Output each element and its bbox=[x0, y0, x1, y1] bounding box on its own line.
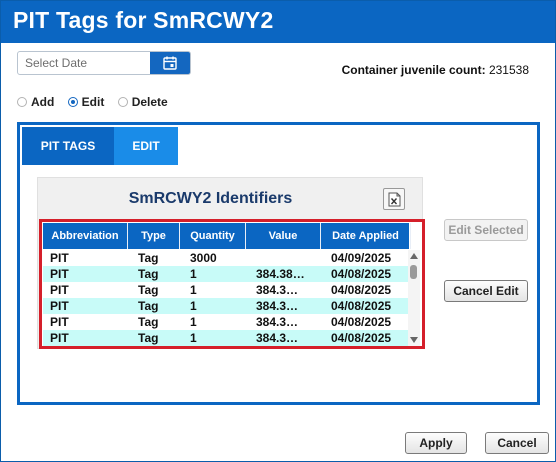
count-label: Container juvenile count: bbox=[341, 63, 486, 77]
export-excel-button[interactable] bbox=[383, 188, 405, 210]
cell-type: Tag bbox=[138, 251, 159, 265]
table-row[interactable]: PIT Tag 1 384.3… 04/08/2025 bbox=[43, 298, 409, 314]
radio-add-label: Add bbox=[31, 95, 55, 109]
calendar-button[interactable] bbox=[150, 52, 190, 74]
cell-quantity: 1 bbox=[190, 267, 197, 281]
radio-edit-label: Edit bbox=[81, 95, 105, 109]
cell-value: 384.38… bbox=[256, 267, 305, 281]
identifiers-box: SmRCWY2 Identifiers Abbreviation Type Qu… bbox=[37, 177, 425, 349]
cell-quantity: 3000 bbox=[190, 251, 217, 265]
date-picker bbox=[17, 51, 191, 75]
cell-abbreviation: PIT bbox=[50, 283, 69, 297]
cancel-edit-button[interactable]: Cancel Edit bbox=[444, 280, 528, 302]
cell-date-applied: 04/09/2025 bbox=[331, 251, 392, 265]
cell-type: Tag bbox=[138, 283, 159, 297]
cell-date-applied: 04/08/2025 bbox=[331, 299, 392, 313]
count-value: 231538 bbox=[488, 63, 529, 77]
cell-abbreviation: PIT bbox=[50, 267, 69, 281]
cell-type: Tag bbox=[138, 331, 159, 345]
cell-date-applied: 04/08/2025 bbox=[331, 315, 392, 329]
radio-add-button[interactable] bbox=[17, 97, 27, 107]
mode-radio-group: Add Edit Delete bbox=[17, 95, 178, 109]
tab-edit[interactable]: EDIT bbox=[114, 127, 178, 165]
apply-button[interactable]: Apply bbox=[405, 432, 467, 454]
pit-tags-dialog: PIT Tags for SmRCWY2 Container juvenile … bbox=[0, 0, 556, 462]
cell-abbreviation: PIT bbox=[50, 331, 69, 345]
table-row[interactable]: PIT Tag 1 384.38… 04/08/2025 bbox=[43, 266, 409, 282]
date-input[interactable] bbox=[18, 52, 150, 74]
scroll-up-arrow-icon[interactable] bbox=[410, 253, 418, 259]
identifiers-table: Abbreviation Type Quantity Value Date Ap… bbox=[39, 219, 425, 349]
radio-delete[interactable]: Delete bbox=[117, 95, 168, 109]
column-date-applied[interactable]: Date Applied bbox=[321, 223, 411, 249]
excel-export-icon bbox=[388, 192, 401, 207]
edit-selected-button[interactable]: Edit Selected bbox=[444, 219, 528, 241]
table-row[interactable]: PIT Tag 1 384.3… 04/08/2025 bbox=[43, 330, 409, 346]
radio-edit-button[interactable] bbox=[67, 97, 78, 107]
column-type[interactable]: Type bbox=[128, 223, 180, 249]
cell-abbreviation: PIT bbox=[50, 299, 69, 313]
column-quantity[interactable]: Quantity bbox=[180, 223, 246, 249]
cell-date-applied: 04/08/2025 bbox=[331, 331, 392, 345]
edit-panel: PIT TAGS EDIT SmRCWY2 Identifiers Abbrev… bbox=[17, 122, 540, 405]
radio-edit[interactable]: Edit bbox=[67, 95, 105, 109]
scrollbar-thumb[interactable] bbox=[410, 265, 417, 279]
cell-date-applied: 04/08/2025 bbox=[331, 283, 392, 297]
cell-abbreviation: PIT bbox=[50, 251, 69, 265]
cell-type: Tag bbox=[138, 315, 159, 329]
table-scrollbar[interactable] bbox=[408, 250, 420, 346]
tab-pit-tags[interactable]: PIT TAGS bbox=[22, 127, 114, 165]
table-row[interactable]: PIT Tag 1 384.3… 04/08/2025 bbox=[43, 282, 409, 298]
scroll-down-arrow-icon[interactable] bbox=[410, 337, 418, 343]
radio-delete-label: Delete bbox=[131, 95, 168, 109]
cell-value: 384.3… bbox=[256, 299, 299, 313]
table-row[interactable]: PIT Tag 1 384.3… 04/08/2025 bbox=[43, 314, 409, 330]
cell-abbreviation: PIT bbox=[50, 315, 69, 329]
column-value[interactable]: Value bbox=[246, 223, 321, 249]
container-juvenile-count: Container juvenile count: 231538 bbox=[342, 63, 529, 77]
cell-quantity: 1 bbox=[190, 283, 197, 297]
column-abbreviation[interactable]: Abbreviation bbox=[43, 223, 128, 249]
table-body: PIT Tag 3000 04/09/2025 PIT Tag 1 384.38… bbox=[43, 250, 409, 346]
cell-type: Tag bbox=[138, 267, 159, 281]
radio-delete-button[interactable] bbox=[117, 97, 128, 107]
cell-value: 384.3… bbox=[256, 331, 299, 345]
cell-value: 384.3… bbox=[256, 315, 299, 329]
title-bar: PIT Tags for SmRCWY2 bbox=[1, 1, 555, 43]
cell-quantity: 1 bbox=[190, 315, 197, 329]
table-header: Abbreviation Type Quantity Value Date Ap… bbox=[43, 223, 411, 249]
calendar-icon bbox=[163, 56, 177, 70]
table-row[interactable]: PIT Tag 3000 04/09/2025 bbox=[43, 250, 409, 266]
cancel-button[interactable]: Cancel bbox=[485, 432, 549, 454]
dialog-title: PIT Tags for SmRCWY2 bbox=[13, 7, 274, 33]
cell-value: 384.3… bbox=[256, 283, 299, 297]
identifiers-title: SmRCWY2 Identifiers bbox=[128, 190, 293, 207]
cell-date-applied: 04/08/2025 bbox=[331, 267, 392, 281]
radio-add[interactable]: Add bbox=[17, 95, 54, 109]
cell-quantity: 1 bbox=[190, 299, 197, 313]
cell-quantity: 1 bbox=[190, 331, 197, 345]
cell-type: Tag bbox=[138, 299, 159, 313]
